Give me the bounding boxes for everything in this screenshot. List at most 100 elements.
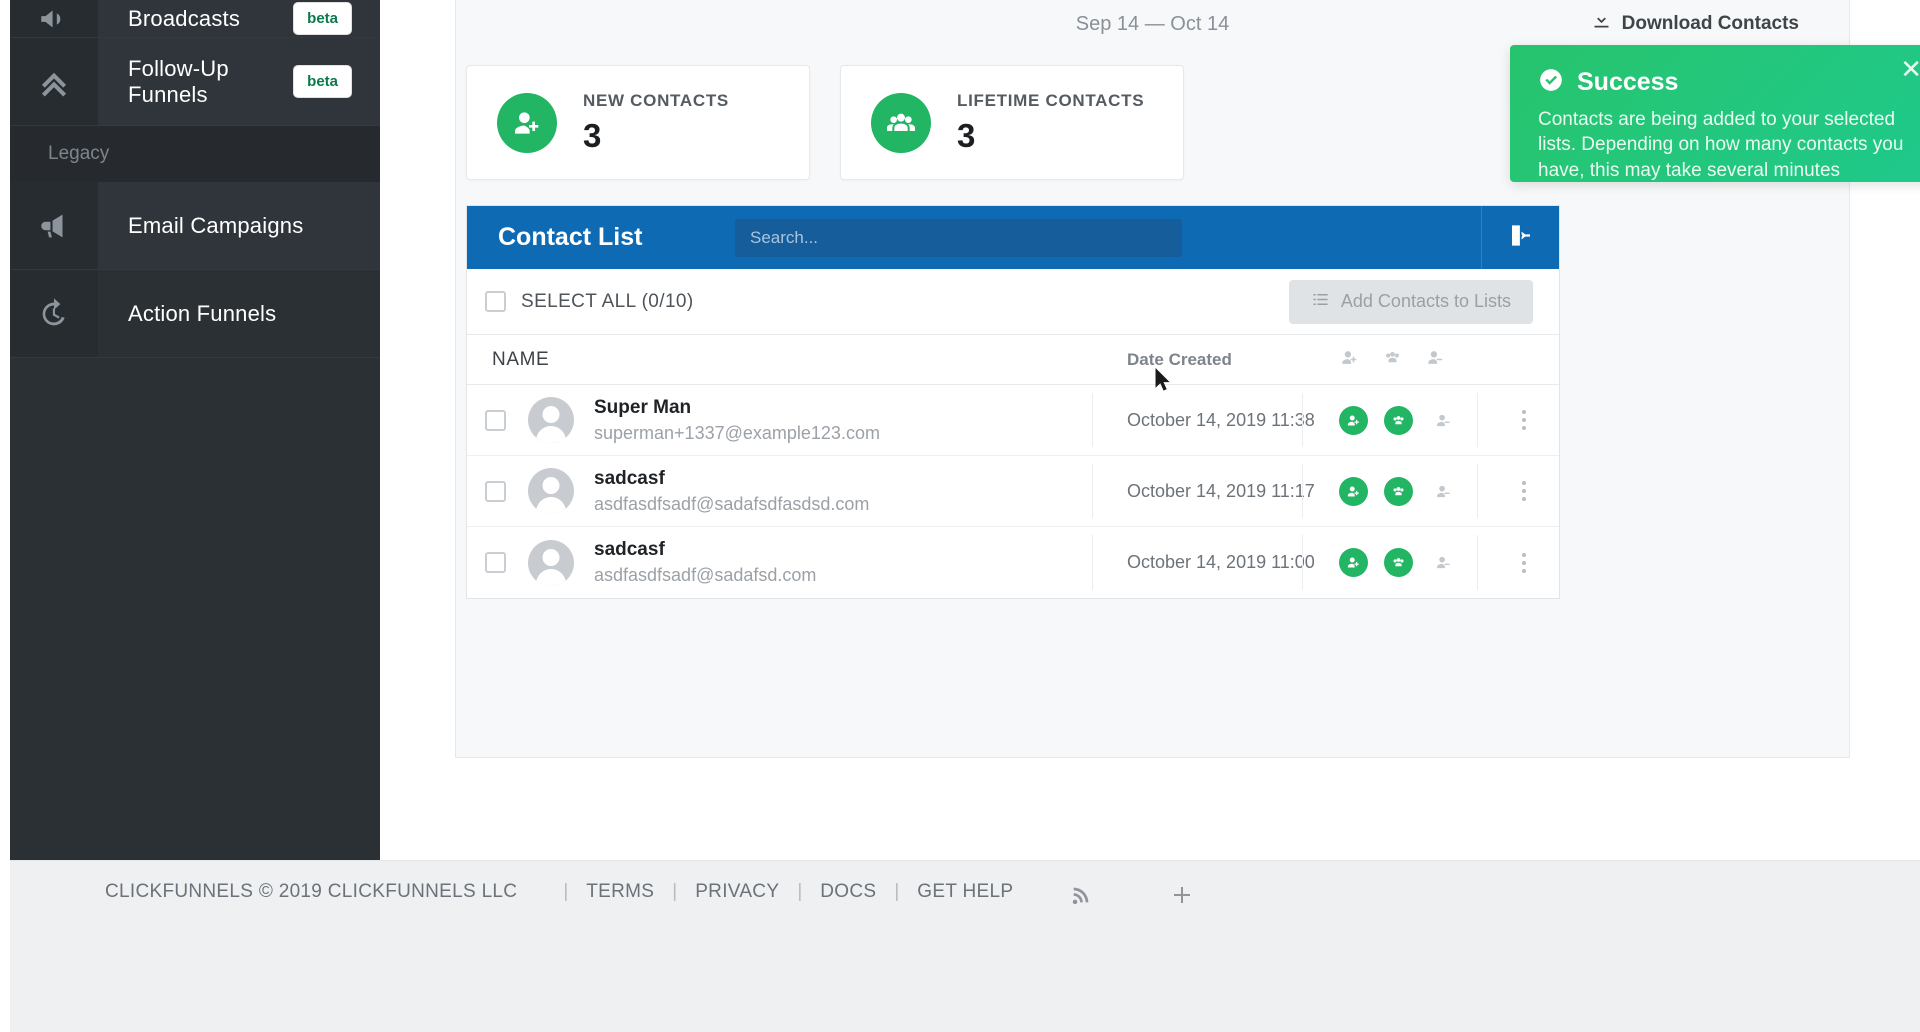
row-menu-button[interactable] (1513, 410, 1535, 430)
column-header-date-created: Date Created (1127, 349, 1232, 369)
table-row[interactable]: Super Man superman+1337@example123.com O… (467, 385, 1559, 456)
contact-list-card: Contact List SELECT ALL (0/10) (466, 205, 1560, 599)
contact-date-created: October 14, 2019 11:38 (1127, 409, 1315, 430)
user-plus-icon (497, 92, 557, 153)
sidebar-item-broadcasts[interactable]: Broadcasts beta (10, 0, 380, 38)
search-input[interactable] (735, 218, 1182, 257)
column-header-name: NAME (492, 348, 550, 370)
contact-name: sadcasf (594, 539, 665, 560)
export-contacts-button[interactable] (1481, 206, 1559, 269)
export-icon (1506, 222, 1536, 254)
check-circle-icon (1538, 67, 1564, 98)
sidebar: Broadcasts beta Follow-Up Funnels beta L… (10, 0, 380, 860)
row-checkbox[interactable] (485, 409, 506, 431)
stat-label: NEW CONTACTS (583, 90, 729, 110)
row-action-icons (1339, 548, 1458, 577)
select-all-checkbox[interactable] (485, 291, 506, 312)
user-plus-icon (1339, 348, 1360, 372)
cell-divider (1302, 464, 1303, 518)
select-all-bar: SELECT ALL (0/10) Add Contacts to Lists (467, 269, 1559, 335)
contact-email: asdfasdfsadf@sadafsd.com (594, 565, 817, 585)
row-action-icons (1339, 476, 1458, 506)
cell-divider (1302, 535, 1303, 590)
stat-value: 3 (957, 116, 976, 154)
list-icon (1311, 290, 1330, 314)
avatar (528, 539, 574, 586)
download-icon (1591, 10, 1612, 37)
row-checkbox[interactable] (485, 480, 506, 502)
sidebar-item-follow-up-funnels[interactable]: Follow-Up Funnels beta (10, 38, 380, 126)
rss-icon[interactable] (1070, 884, 1092, 911)
footer-separator: | (797, 881, 803, 902)
add-contacts-to-lists-button[interactable]: Add Contacts to Lists (1288, 279, 1533, 324)
cell-divider (1092, 535, 1093, 590)
download-contacts-label: Download Contacts (1621, 12, 1799, 34)
row-action-icons (1339, 405, 1458, 435)
sidebar-item-label: Broadcasts (128, 5, 241, 31)
sidebar-item-label: Follow-Up Funnels (128, 55, 229, 107)
view-lists-icon[interactable] (1384, 476, 1413, 506)
toast-message: Contacts are being added to your selecte… (1538, 109, 1904, 181)
footer-link-get-help[interactable]: GET HELP (917, 881, 1013, 903)
contact-date-created: October 14, 2019 11:17 (1127, 480, 1315, 501)
cell-divider (1477, 464, 1478, 518)
row-menu-button[interactable] (1513, 552, 1535, 573)
sidebar-item-label: Email Campaigns (128, 212, 304, 238)
app-root: Broadcasts beta Follow-Up Funnels beta L… (0, 0, 1920, 1032)
add-to-list-icon[interactable] (1339, 476, 1368, 506)
users-icon (1382, 348, 1403, 372)
user-minus-icon (1425, 348, 1446, 372)
cell-divider (1092, 393, 1093, 447)
contact-list-header: Contact List (467, 206, 1559, 269)
table-header-row: NAME Date Created (467, 335, 1559, 385)
success-toast: Success Contacts are being added to your… (1510, 45, 1920, 182)
add-to-list-icon[interactable] (1339, 548, 1368, 577)
plus-icon[interactable] (1170, 883, 1194, 912)
close-icon[interactable]: ✕ (1900, 57, 1920, 83)
beta-badge: beta (293, 2, 352, 35)
megaphone-icon (10, 0, 98, 37)
add-contacts-to-lists-label: Add Contacts to Lists (1340, 291, 1511, 311)
bullhorn-icon (10, 182, 98, 269)
remove-from-list-icon[interactable] (1429, 548, 1458, 577)
sidebar-item-email-campaigns[interactable]: Email Campaigns (10, 182, 380, 270)
stat-value: 3 (583, 116, 602, 154)
sidebar-item-action-funnels[interactable]: Action Funnels (10, 270, 380, 358)
stat-label: LIFETIME CONTACTS (957, 90, 1145, 110)
add-to-list-icon[interactable] (1339, 405, 1368, 435)
row-menu-button[interactable] (1513, 481, 1535, 501)
cell-divider (1477, 393, 1478, 447)
column-header-actions (1339, 348, 1446, 372)
avatar (528, 468, 574, 514)
contact-name: Super Man (594, 396, 692, 418)
table-row[interactable]: sadcasf asdfasdfsadf@sadafsdfasdsd.com O… (467, 456, 1559, 527)
row-checkbox[interactable] (485, 552, 506, 573)
select-all-label: SELECT ALL (0/10) (521, 290, 694, 312)
chevron-double-up-icon (10, 38, 98, 125)
history-icon (10, 270, 98, 357)
cell-divider (1092, 464, 1093, 518)
avatar (528, 397, 574, 443)
sidebar-section-legacy: Legacy (10, 126, 380, 182)
sidebar-item-label: Action Funnels (128, 300, 277, 326)
stat-card-lifetime-contacts: LIFETIME CONTACTS 3 (840, 65, 1184, 180)
contact-email: asdfasdfsadf@sadafsdfasdsd.com (594, 493, 870, 514)
view-lists-icon[interactable] (1384, 548, 1413, 577)
footer-separator: | (894, 881, 900, 902)
toast-title: Success (1577, 68, 1679, 96)
table-row[interactable]: sadcasf asdfasdfsadf@sadafsd.com October… (467, 527, 1559, 598)
contact-list-title: Contact List (498, 223, 643, 251)
footer-separator: | (563, 881, 569, 902)
cell-divider (1302, 393, 1303, 447)
footer-separator: | (672, 881, 678, 902)
remove-from-list-icon[interactable] (1429, 406, 1458, 435)
remove-from-list-icon[interactable] (1429, 477, 1458, 506)
footer-link-docs[interactable]: DOCS (820, 881, 876, 903)
view-lists-icon[interactable] (1384, 405, 1413, 435)
download-contacts-button[interactable]: Download Contacts (1591, 10, 1799, 37)
footer-link-privacy[interactable]: PRIVACY (695, 881, 779, 903)
footer-link-terms[interactable]: TERMS (586, 881, 654, 903)
contact-email: superman+1337@example123.com (594, 422, 880, 443)
contact-name: sadcasf (594, 467, 665, 489)
mouse-cursor (1155, 368, 1170, 391)
